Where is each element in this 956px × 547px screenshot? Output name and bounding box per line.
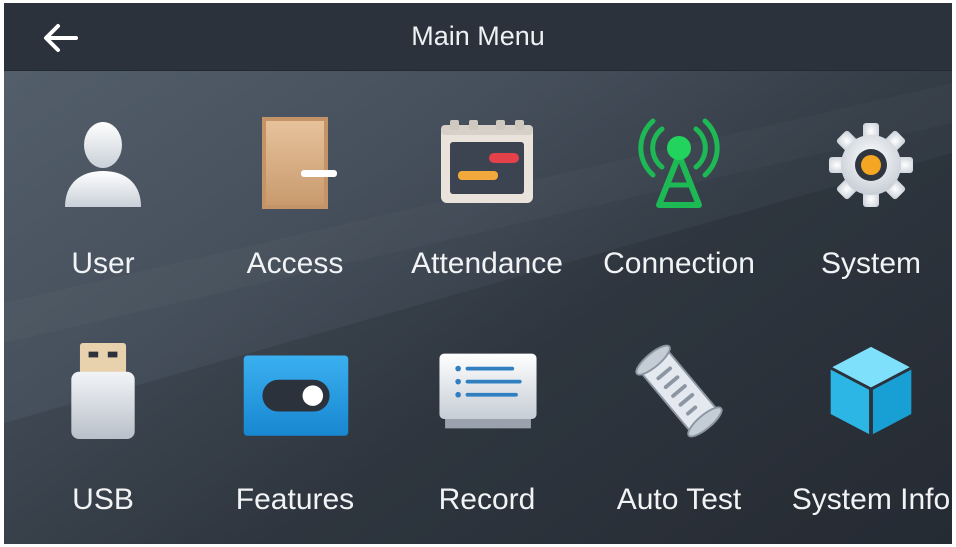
menu-item-label: Connection (603, 247, 755, 280)
menu-item-label: Access (246, 247, 344, 280)
menu-item-auto-test[interactable]: Auto Test (584, 343, 774, 544)
attendance-card-icon (441, 120, 533, 203)
menu-item-label: Record (438, 483, 536, 516)
menu-item-user[interactable]: User (8, 115, 198, 335)
usb-drive-icon (71, 343, 135, 439)
arrow-left-icon (44, 24, 78, 52)
menu-item-system[interactable]: System (776, 115, 952, 335)
menu-item-attendance[interactable]: Attendance (392, 115, 582, 335)
scroll-icon (635, 344, 723, 438)
toggle-switch-icon (243, 355, 349, 436)
menu-item-label: USB (72, 483, 134, 516)
menu-item-label: System Info (791, 483, 951, 516)
back-button[interactable] (34, 18, 86, 58)
menu-item-usb[interactable]: USB (8, 343, 198, 544)
menu-item-record[interactable]: Record (392, 343, 582, 544)
menu-item-features[interactable]: Features (200, 343, 390, 544)
menu-item-label: System (820, 247, 922, 280)
menu-item-access[interactable]: Access (200, 115, 390, 335)
menu-item-label: Features (235, 483, 355, 516)
signal-tower-icon (638, 118, 720, 208)
door-icon (262, 117, 337, 209)
main-menu-screen: Main Menu User Access Attendance Connect… (4, 3, 952, 544)
gear-icon (829, 123, 913, 207)
menu-item-label: User (71, 247, 135, 280)
menu-item-connection[interactable]: Connection (584, 115, 774, 335)
user-icon (65, 122, 141, 207)
menu-item-label: Attendance (411, 247, 563, 280)
header-bar: Main Menu (4, 3, 952, 71)
page-title: Main Menu (411, 21, 545, 51)
record-list-icon (439, 353, 537, 429)
cube-icon (830, 346, 912, 436)
menu-item-label: Auto Test (616, 483, 742, 516)
menu-item-system-info[interactable]: System Info (776, 343, 952, 544)
